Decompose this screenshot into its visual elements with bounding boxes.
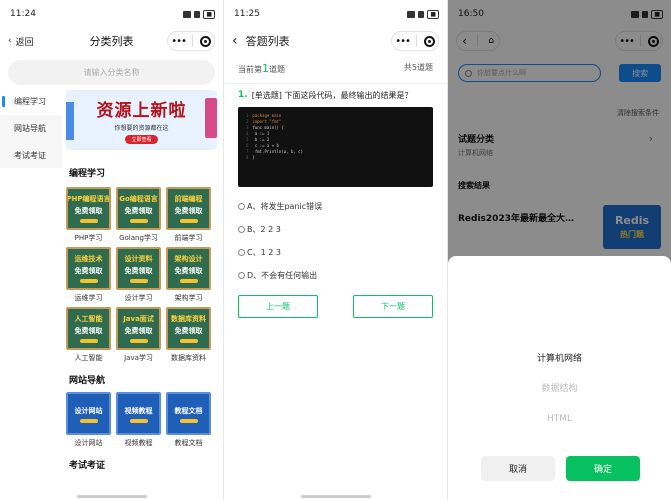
current-question-number: 1 — [262, 62, 269, 75]
thumbnail: 前端编程 免费领取 — [166, 187, 211, 230]
sidebar-item-programming[interactable]: 编程学习 — [0, 88, 62, 115]
grid-item[interactable]: 设计资料 免费领取 设计学习 — [116, 247, 161, 303]
wifi-icon — [418, 10, 425, 18]
battery-icon: ■ — [427, 9, 439, 19]
radio-icon[interactable] — [238, 203, 245, 210]
cancel-button[interactable]: 取消 — [481, 456, 555, 481]
radio-icon[interactable] — [238, 249, 245, 256]
home-indicator — [300, 495, 371, 498]
confirm-button[interactable]: 确定 — [566, 456, 640, 481]
thumbnail: 设计网站 — [66, 392, 111, 435]
option-a[interactable]: A、将发生panic错误 — [238, 195, 433, 218]
thumbnail: 视频教程 — [116, 392, 161, 435]
question-marker-icon: 1. — [238, 90, 248, 100]
question-text: 1. [单选题] 下面这段代码，最终输出的结果是？ — [238, 90, 413, 100]
category-picker-sheet: 计算机网络 数据结构 HTML 取消 确定 — [448, 256, 671, 500]
close-miniprogram-icon[interactable] — [423, 35, 435, 47]
thumbnail: 数据库资料 免费领取 — [166, 307, 211, 350]
grid-item[interactable]: Java面试 免费领取 Java学习 — [116, 307, 161, 363]
thumbnail: Go编程语言 免费领取 — [116, 187, 161, 230]
grid-item[interactable]: Go编程语言 免费领取 Golang学习 — [116, 187, 161, 243]
grid-item[interactable]: 数据库资料 免费领取 数据库资料 — [166, 307, 211, 363]
grid-item[interactable]: 运维技术 免费领取 运维学习 — [66, 247, 111, 303]
thumbnail: Java面试 免费领取 — [116, 307, 161, 350]
sidebar-item-exams[interactable]: 考试考证 — [0, 142, 62, 169]
chevron-left-icon: ‹ — [8, 36, 12, 46]
thumbnail: 设计资料 免费领取 — [116, 247, 161, 290]
option-b[interactable]: B、2 2 3 — [238, 218, 433, 241]
promo-banner[interactable]: 资源上新啦 你想要的资源都在这 立即查看 — [66, 90, 217, 150]
thumbnail: 人工智能 免费领取 — [66, 307, 111, 350]
option-d[interactable]: D、不会有任何输出 — [238, 264, 433, 287]
grid-item[interactable]: 教程文档 教程文档 — [166, 392, 211, 448]
page-title: 分类列表 — [89, 35, 134, 48]
back-button[interactable]: ‹ 返回 — [8, 35, 34, 48]
miniprogram-capsule[interactable]: ••• — [167, 31, 215, 51]
picker-option[interactable]: HTML — [448, 404, 671, 434]
search-input[interactable]: 请输入分类名称 — [8, 60, 215, 85]
close-miniprogram-icon[interactable] — [199, 35, 211, 47]
total-questions: 共5道题 — [403, 63, 433, 72]
thumbnail: 架构设计 免费领取 — [166, 247, 211, 290]
grid-item[interactable]: 前端编程 免费领取 前端学习 — [166, 187, 211, 243]
radio-icon[interactable] — [238, 272, 245, 279]
status-bar: 11:24 ■ — [0, 0, 223, 28]
page-title: 答题列表 — [245, 35, 290, 48]
quiz-screen: 11:25 ■ ‹ 答题列表 ••• 当前第1道题 共5道题 1. [单选题] … — [224, 0, 447, 500]
banner-button[interactable]: 立即查看 — [125, 135, 158, 144]
thumbnail: 运维技术 免费领取 — [66, 247, 111, 290]
prev-question-button[interactable]: 上一题 — [238, 295, 318, 318]
home-indicator — [76, 495, 147, 498]
status-time: 11:25 — [234, 9, 260, 19]
grid-item[interactable]: PHP编程语言 免费领取 PHP学习 — [66, 187, 111, 243]
picker-option[interactable]: 计算机网络 — [448, 344, 671, 374]
question-progress: 当前第1道题 共5道题 — [238, 62, 433, 75]
wifi-icon — [194, 10, 201, 18]
category-sidebar: 编程学习 网站导航 考试考证 — [0, 88, 62, 168]
nav-bar: ‹ 返回 分类列表 ••• — [0, 28, 223, 54]
grid-item[interactable]: 架构设计 免费领取 架构学习 — [166, 247, 211, 303]
miniprogram-capsule[interactable]: ••• — [391, 31, 439, 51]
radio-icon[interactable] — [238, 226, 245, 233]
thumbnail: 教程文档 — [166, 392, 211, 435]
section-title: 考试考证 — [69, 461, 106, 471]
website-grid: 设计网站 设计网站 视频教程 视频教程 教程文档 教程文档 — [66, 392, 217, 448]
more-icon[interactable]: ••• — [395, 36, 411, 47]
grid-item[interactable]: 设计网站 设计网站 — [66, 392, 111, 448]
category-picker[interactable]: 计算机网络 数据结构 HTML — [448, 344, 671, 434]
status-time: 11:24 — [10, 9, 36, 19]
grid-item[interactable]: 人工智能 免费领取 人工智能 — [66, 307, 111, 363]
back-button[interactable]: ‹ 答题列表 — [232, 33, 290, 49]
nav-bar: ‹ 答题列表 ••• — [224, 28, 447, 54]
category-grid: PHP编程语言 免费领取 PHP学习 Go编程语言 免费领取 Golang学习 前端… — [66, 187, 217, 363]
section-title: 网站导航 — [69, 376, 106, 386]
next-question-button[interactable]: 下一题 — [353, 295, 433, 318]
picker-option[interactable]: 数据结构 — [448, 374, 671, 404]
category-list-screen: 11:24 ■ ‹ 返回 分类列表 ••• 请输入分类名称 编程学习 网站导航 … — [0, 0, 223, 500]
chevron-left-icon: ‹ — [232, 33, 238, 49]
grid-item[interactable]: 视频教程 视频教程 — [116, 392, 161, 448]
more-icon[interactable]: ••• — [171, 36, 187, 47]
option-c[interactable]: C、1 2 3 — [238, 241, 433, 264]
sidebar-item-websites[interactable]: 网站导航 — [0, 115, 62, 142]
signal-icon — [407, 10, 416, 18]
search-screen: 16:50 ■ ‹ ⌂ ••• 你想要点什么啊 搜索 清除搜索条件 试题分类 计… — [448, 0, 671, 500]
status-bar: 11:25 ■ — [224, 0, 447, 28]
thumbnail: PHP编程语言 免费领取 — [66, 187, 111, 230]
battery-icon: ■ — [203, 9, 215, 19]
code-image: 1 package main 2 import "fmt" 3 func main()… — [238, 107, 433, 187]
signal-icon — [183, 10, 192, 18]
section-title: 编程学习 — [69, 169, 106, 179]
answer-options: A、将发生panic错误 B、2 2 3 C、1 2 3 D、不会有任何输出 — [224, 195, 447, 287]
